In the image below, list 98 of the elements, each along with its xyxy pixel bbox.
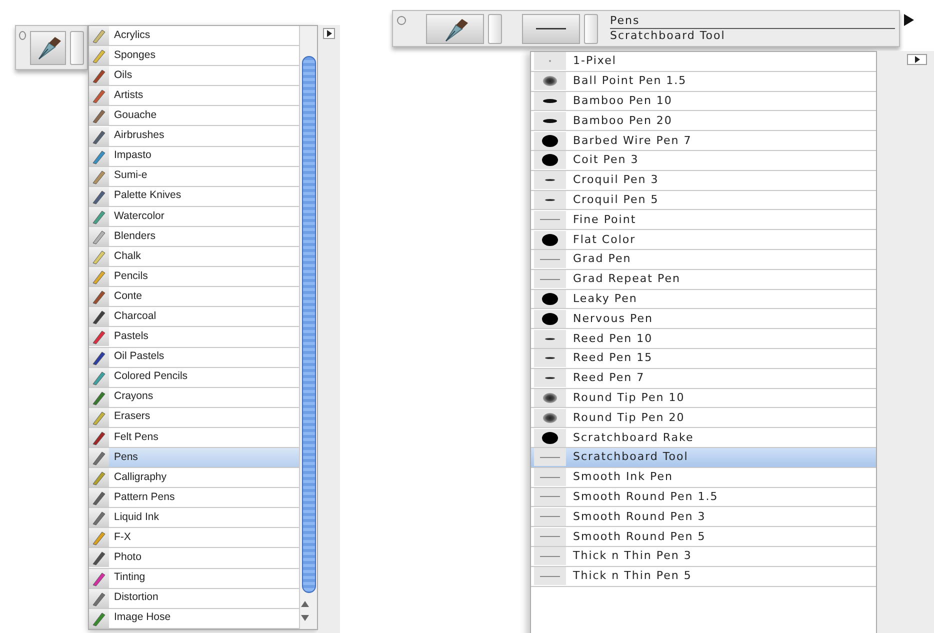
category-item[interactable]: Erasers — [89, 408, 300, 428]
variant-item[interactable]: Scratchboard Tool — [531, 448, 876, 468]
dash-icon — [545, 357, 555, 360]
soft-dot-icon — [543, 412, 557, 423]
category-item[interactable]: Oil Pastels — [89, 348, 300, 368]
dot-icon — [542, 234, 558, 246]
triangle-icon — [904, 14, 914, 26]
category-item[interactable]: Liquid Ink — [89, 508, 300, 528]
category-item[interactable]: Image Hose — [89, 608, 300, 629]
close-dot-icon[interactable] — [19, 31, 26, 40]
category-item[interactable]: Pastels — [89, 327, 300, 348]
brush-thumbnail[interactable] — [426, 14, 484, 44]
category-item[interactable]: F-X — [89, 528, 300, 548]
category-item[interactable]: Watercolor — [89, 206, 300, 227]
category-item[interactable]: Palette Knives — [89, 186, 300, 207]
category-item[interactable]: Airbrushes — [89, 126, 300, 147]
category-item[interactable]: Sponges — [89, 46, 300, 66]
variant-item[interactable]: Reed Pen 10 — [531, 329, 876, 349]
variant-item[interactable]: Thick n Thin Pen 3 — [531, 546, 876, 567]
panel-menu-button[interactable] — [904, 14, 914, 26]
triangle-icon — [914, 56, 920, 63]
variant-name: Scratchboard Tool — [610, 29, 726, 43]
variant-item[interactable]: Fine Point — [531, 210, 876, 230]
variant-item[interactable]: Leaky Pen — [531, 290, 876, 310]
up-arrow-icon — [300, 600, 309, 607]
variant-item[interactable]: Round Tip Pen 20 — [531, 408, 876, 428]
category-item[interactable]: Artists — [89, 86, 300, 106]
down-arrow-icon — [300, 614, 309, 621]
category-item[interactable]: Conte — [89, 287, 300, 308]
category-name: Pens — [610, 14, 641, 28]
line-icon — [540, 476, 560, 478]
line-icon — [540, 576, 560, 577]
line-icon — [540, 278, 560, 280]
line-icon — [540, 258, 560, 260]
category-item[interactable]: Charcoal — [89, 307, 300, 328]
category-item[interactable]: Blenders — [89, 226, 300, 248]
category-item[interactable]: Tinting — [89, 568, 300, 589]
dot-icon — [542, 432, 558, 444]
variant-item[interactable]: 1-Pixel — [531, 52, 876, 72]
category-item[interactable]: Pattern Pens — [89, 488, 300, 508]
dot-icon — [542, 312, 558, 325]
dash-icon — [545, 377, 555, 380]
variant-item[interactable]: Reed Pen 15 — [531, 348, 876, 369]
variant-item[interactable]: Smooth Ink Pen — [531, 468, 876, 488]
dash-icon — [545, 338, 555, 340]
variant-item[interactable]: Round Tip Pen 10 — [531, 388, 876, 408]
variant-item[interactable]: Reed Pen 7 — [531, 368, 876, 389]
dot-icon — [542, 134, 558, 147]
category-item[interactable]: Gouache — [89, 106, 300, 126]
line-icon — [540, 536, 560, 538]
variant-item[interactable]: Bamboo Pen 20 — [531, 111, 876, 132]
variant-item[interactable]: Ball Point Pen 1.5 — [531, 72, 876, 92]
category-item[interactable]: Calligraphy — [89, 468, 300, 488]
stroke-preview[interactable] — [522, 14, 580, 44]
variant-item[interactable]: Smooth Round Pen 3 — [531, 507, 876, 528]
line-icon — [540, 556, 560, 557]
triangle-icon — [326, 30, 332, 37]
variant-item[interactable]: Croquil Pen 5 — [531, 190, 876, 210]
variant-item[interactable]: Grad Pen — [531, 250, 876, 270]
category-item[interactable]: Acrylics — [89, 26, 300, 46]
category-item[interactable]: Crayons — [89, 388, 300, 408]
brush-thumbnail[interactable] — [30, 30, 66, 64]
soft-dot-icon — [543, 76, 557, 86]
variant-item[interactable]: Flat Color — [531, 230, 876, 250]
variant-item[interactable]: Thick n Thin Pen 5 — [531, 566, 876, 587]
category-item[interactable]: Impasto — [89, 146, 300, 167]
dot-icon — [542, 154, 558, 166]
variant-item[interactable]: Bamboo Pen 10 — [531, 92, 876, 112]
dash-icon — [543, 118, 557, 123]
category-item[interactable]: Oils — [89, 66, 300, 86]
line-icon — [540, 219, 560, 220]
dash-icon — [545, 179, 555, 182]
category-item[interactable]: Colored Pencils — [89, 368, 300, 388]
dash-icon — [545, 198, 555, 201]
category-item[interactable]: Chalk — [89, 247, 300, 268]
line-icon — [540, 496, 560, 498]
variant-item[interactable]: Smooth Round Pen 1.5 — [531, 488, 876, 508]
variant-item[interactable]: Croquil Pen 3 — [531, 170, 876, 191]
dash-icon — [543, 98, 557, 103]
category-item[interactable]: Pens — [89, 448, 300, 468]
line-icon — [540, 516, 560, 518]
variant-item[interactable]: Smooth Round Pen 5 — [531, 527, 876, 547]
variant-item[interactable]: Grad Repeat Pen — [531, 270, 876, 290]
dot-icon — [542, 292, 558, 305]
scroll-thumb[interactable] — [302, 56, 316, 593]
category-item[interactable]: Sumi-e — [89, 166, 300, 187]
category-item[interactable]: Pencils — [89, 267, 300, 288]
panel-menu-button[interactable] — [907, 54, 927, 65]
soft-dot-icon — [543, 392, 557, 403]
line-icon — [540, 456, 560, 458]
category-item[interactable]: Photo — [89, 548, 300, 569]
variant-item[interactable]: Barbed Wire Pen 7 — [531, 131, 876, 151]
close-dot-icon[interactable] — [397, 16, 406, 25]
line-icon — [536, 28, 566, 30]
variant-item[interactable]: Coit Pen 3 — [531, 150, 876, 171]
category-item[interactable]: Distortion — [89, 588, 300, 609]
variant-item[interactable]: Nervous Pen — [531, 309, 876, 330]
panel-menu-button[interactable] — [323, 28, 335, 39]
